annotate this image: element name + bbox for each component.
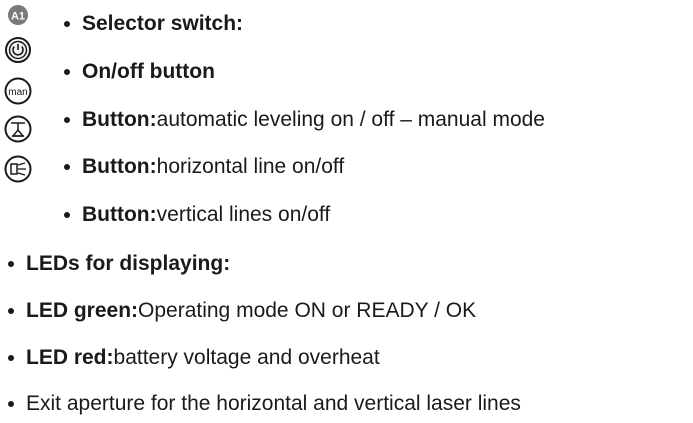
list-item-horizontal-line-button: Button: horizontal line on/off [64, 148, 344, 186]
bullet [8, 261, 14, 267]
man-icon: man [3, 76, 33, 106]
item-text: Operating mode ON or READY / OK [138, 299, 477, 322]
item-text: horizontal line on/off [156, 155, 345, 178]
bullet [64, 117, 70, 123]
a1-icon: A1 [3, 2, 33, 32]
bullet [64, 164, 70, 170]
svg-text:man: man [8, 87, 27, 98]
item-text: automatic leveling on / off – manual mod… [156, 108, 545, 131]
item-bold-label: On/off button [82, 60, 215, 83]
item-bold-label: LED green: [26, 299, 139, 322]
bullet [64, 21, 70, 27]
item-bold-label: LEDs for displaying: [26, 252, 231, 275]
bullet [8, 355, 14, 361]
list-item-leveling-button: Button: automatic leveling on / off – ma… [64, 101, 545, 139]
item-text: vertical lines on/off [156, 203, 331, 226]
bullet [64, 212, 70, 218]
item-bold-label: Button: [82, 155, 157, 178]
laser-line-icon [3, 154, 33, 184]
list-item-leds: LEDs for displaying: [8, 245, 230, 283]
power-icon [3, 36, 33, 66]
list-item-led-red: LED red: battery voltage and overheat [8, 339, 380, 377]
item-text: battery voltage and overheat [113, 346, 380, 369]
item-bold-label: Button: [82, 203, 157, 226]
list-item-exit-aperture: Exit aperture for the horizontal and ver… [8, 385, 521, 423]
bullet [8, 401, 14, 407]
bullet [64, 69, 70, 75]
list-item-vertical-lines-button: Button: vertical lines on/off [64, 196, 330, 234]
bullet [8, 308, 14, 314]
item-bold-label: Selector switch: [82, 12, 244, 35]
item-text: Exit aperture for the horizontal and ver… [26, 392, 521, 415]
item-bold-label: Button: [82, 108, 157, 131]
list-item-selector-switch: Selector switch: [64, 5, 243, 43]
list-item-on-off-button: On/off button [64, 53, 215, 91]
svg-text:A1: A1 [11, 11, 25, 23]
list-item-led-green: LED green: Operating mode ON or READY / … [8, 292, 476, 330]
leveling-icon [3, 114, 33, 144]
item-bold-label: LED red: [26, 346, 114, 369]
